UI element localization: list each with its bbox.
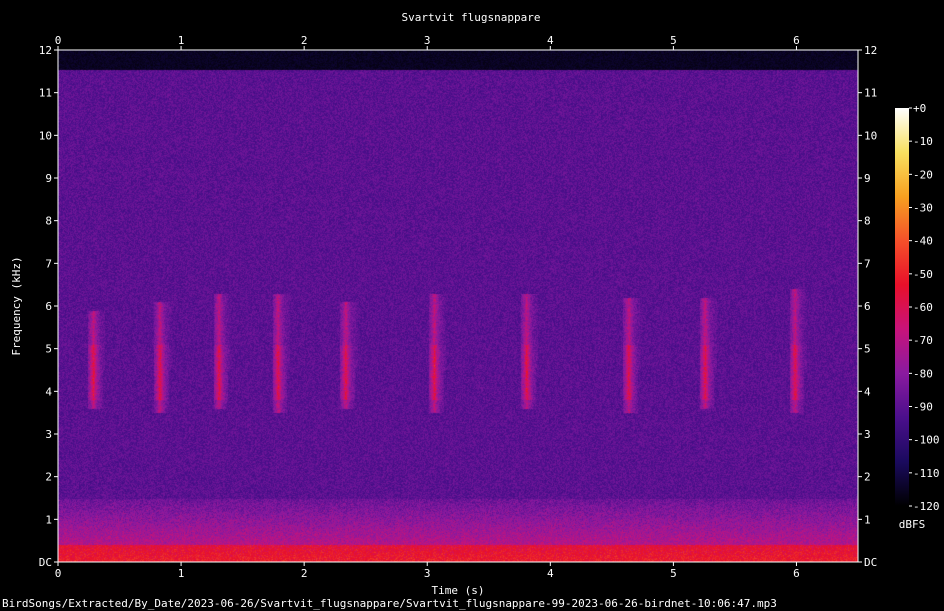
x-tick-label: 6 [793, 567, 800, 580]
y-tick-label-right: 7 [864, 257, 871, 270]
colorbar-tick-label: -70 [913, 334, 933, 347]
y-tick-label-right: 9 [864, 172, 871, 185]
y-tick-label: 8 [45, 215, 52, 228]
y-tick-label-right: 3 [864, 428, 871, 441]
y-tick-label-right: DC [864, 556, 877, 569]
x-tick-label-top: 1 [178, 34, 185, 47]
y-tick-label: DC [39, 556, 52, 569]
y-tick-label-right: 8 [864, 215, 871, 228]
x-tick-label-top: 3 [424, 34, 431, 47]
colorbar-tick-label: -20 [913, 168, 933, 181]
colorbar-tick-label: -90 [913, 401, 933, 414]
x-tick-label-top: 2 [301, 34, 308, 47]
colorbar: +0 -10 -20 -30 -40 -50 -60 -70 -80 -90 -100 -110 -12… [895, 102, 940, 531]
y-axis-label: Frequency (kHz) [10, 256, 23, 355]
x-tick-label: 5 [670, 567, 677, 580]
y-tick-label: 2 [45, 471, 52, 484]
colorbar-tick-label: -60 [913, 301, 933, 314]
y-tick-label: 9 [45, 172, 52, 185]
chart-title: Svartvit flugsnappare [401, 11, 540, 24]
y-axis-right: DC123456789101112 [858, 44, 877, 569]
colorbar-label: dBFS [899, 518, 926, 531]
colorbar-gradient [895, 108, 909, 506]
x-tick-label-top: 5 [670, 34, 677, 47]
colorbar-tick-label: -50 [913, 268, 933, 281]
x-axis-bottom: 0 1 2 3 4 5 6 [55, 562, 800, 580]
y-tick-label-right: 11 [864, 87, 877, 100]
file-path: BirdSongs/Extracted/By_Date/2023-06-26/S… [2, 597, 777, 610]
y-tick-label: 1 [45, 513, 52, 526]
colorbar-tick-label: -30 [913, 202, 933, 215]
x-axis-top: 0 1 2 3 4 5 6 [55, 34, 800, 50]
y-tick-label: 10 [39, 129, 52, 142]
colorbar-tick-label: -10 [913, 135, 933, 148]
x-tick-label: 3 [424, 567, 431, 580]
y-tick-label: 4 [45, 385, 52, 398]
colorbar-tick-label: -110 [913, 467, 940, 480]
y-axis-left: DC123456789101112 [39, 44, 58, 569]
colorbar-tick-label: -120 [913, 500, 940, 513]
x-tick-label-top: 6 [793, 34, 800, 47]
y-tick-label: 5 [45, 343, 52, 356]
spectrogram-plot [57, 49, 859, 563]
y-tick-label-right: 4 [864, 385, 871, 398]
spectrogram-image [58, 50, 858, 562]
x-tick-label: 0 [55, 567, 62, 580]
x-tick-label: 4 [547, 567, 554, 580]
x-tick-label: 2 [301, 567, 308, 580]
y-tick-label-right: 2 [864, 471, 871, 484]
x-axis-label: Time (s) [432, 584, 485, 597]
y-tick-label-right: 1 [864, 513, 871, 526]
colorbar-tick-label: +0 [913, 102, 926, 115]
y-tick-label-right: 5 [864, 343, 871, 356]
y-tick-label: 6 [45, 300, 52, 313]
spectrogram-figure: Svartvit flugsnappare 0123456 0123456 DC… [2, 11, 940, 610]
x-tick-label: 1 [178, 567, 185, 580]
y-tick-label-right: 6 [864, 300, 871, 313]
y-tick-label: 7 [45, 257, 52, 270]
colorbar-tick-label: -80 [913, 367, 933, 380]
x-tick-label-top: 4 [547, 34, 554, 47]
colorbar-tick-label: -40 [913, 235, 933, 248]
y-tick-label-right: 10 [864, 129, 877, 142]
y-tick-label-right: 12 [864, 44, 877, 57]
x-tick-label-top: 0 [55, 34, 62, 47]
y-tick-label: 12 [39, 44, 52, 57]
colorbar-tick-label: -100 [913, 434, 940, 447]
colorbar-ticks: +0 -10 -20 -30 -40 -50 -60 -70 -80 -90 -100 -110 -12… [909, 102, 940, 513]
y-tick-label: 3 [45, 428, 52, 441]
y-tick-label: 11 [39, 87, 52, 100]
